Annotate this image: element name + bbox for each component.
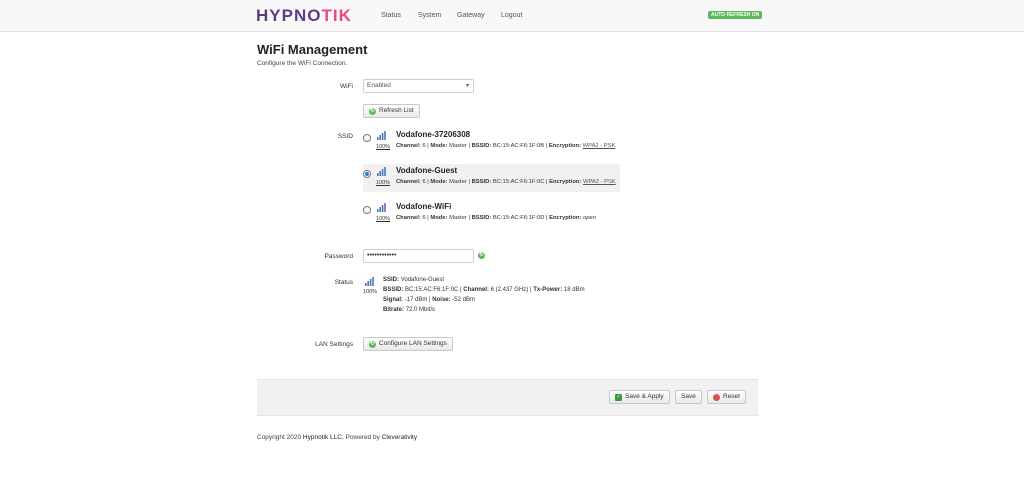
reset-label: Reset <box>723 393 740 400</box>
save-button[interactable]: Save <box>675 390 702 404</box>
reset-icon <box>713 393 720 401</box>
signal-strength-icon <box>377 203 386 212</box>
status-signal-percent: 100% <box>363 289 378 295</box>
ssid-option-vodafone-37206308[interactable]: 100% Vodafone-37206308 Channel: 6 | Mode… <box>363 128 620 156</box>
page-description: Configure the WiFi Connection. <box>257 60 348 67</box>
refresh-list-button[interactable]: ↻ Refresh List <box>363 104 420 118</box>
reset-button[interactable]: Reset <box>707 390 746 404</box>
ssid-radio[interactable] <box>363 206 371 214</box>
signal-strength-icon <box>365 277 374 286</box>
refresh-icon: ↻ <box>369 107 376 115</box>
save-apply-button[interactable]: ✓ Save & Apply <box>609 390 670 404</box>
configure-lan-label: Configure LAN Settings <box>379 340 447 347</box>
nav-logout[interactable]: Logout <box>501 12 522 19</box>
ssid-label: SSID <box>337 133 353 140</box>
status-bitrate: Bitrate: 72.0 Mbit/s <box>383 307 436 313</box>
powered-by-link[interactable]: Cleverativity <box>382 434 417 441</box>
wifi-select[interactable]: Enabled ▾ <box>363 79 474 93</box>
page-title: WiFi Management <box>257 42 368 57</box>
wifi-select-value: Enabled <box>367 82 391 89</box>
ssid-name: Vodafone-Guest <box>396 166 458 175</box>
password-label: Password <box>324 253 353 260</box>
status-label: Status <box>334 279 353 286</box>
footer: Copyright 2020 Hypnotik LLC, Powered by … <box>257 434 418 441</box>
refresh-icon: ↻ <box>369 340 376 348</box>
chevron-down-icon: ▾ <box>465 83 469 89</box>
form-actions-bar: ✓ Save & Apply Save Reset <box>257 379 758 416</box>
configure-lan-button[interactable]: ↻ Configure LAN Settings <box>363 337 453 351</box>
ssid-name: Vodafone-WiFi <box>396 202 452 211</box>
top-navbar: HYPNOTIK Status System Gateway Logout AU… <box>0 0 1024 32</box>
refresh-list-label: Refresh List <box>379 107 414 114</box>
nav-status[interactable]: Status <box>381 12 401 19</box>
ssid-option-vodafone-guest[interactable]: 100% Vodafone-Guest Channel: 6 | Mode: M… <box>363 164 620 192</box>
ssid-details: Channel: 6 | Mode: Master | BSSID: BC:15… <box>396 143 616 149</box>
nav-gateway[interactable]: Gateway <box>457 12 485 19</box>
password-input[interactable]: •••••••••••• <box>363 249 474 263</box>
ssid-option-vodafone-wifi[interactable]: 100% Vodafone-WiFi Channel: 6 | Mode: Ma… <box>363 200 620 228</box>
ssid-details: Channel: 6 | Mode: Master | BSSID: BC:15… <box>396 215 596 221</box>
reveal-password-icon[interactable]: ↻ <box>478 252 485 259</box>
ssid-name: Vodafone-37206308 <box>396 130 471 139</box>
hypnotik-logo[interactable]: HYPNOTIK <box>256 7 352 24</box>
save-apply-label: Save & Apply <box>625 393 664 400</box>
ssid-radio[interactable] <box>363 134 371 142</box>
signal-percent: 100% <box>376 216 391 222</box>
signal-strength-icon <box>377 131 386 140</box>
save-label: Save <box>681 393 696 400</box>
status-bssid: BSSID: BC:15:AC:F6:1F:0C | Channel: 6 (2… <box>383 287 585 293</box>
status-signal: Signal: -17 dBm | Noise: -52 dBm <box>383 297 475 303</box>
company-link[interactable]: Hypnotik LLC <box>303 434 342 441</box>
ssid-radio-selected[interactable] <box>363 170 371 178</box>
lan-settings-label: LAN Settings <box>315 341 353 348</box>
status-ssid: SSID: Vodafone-Guest <box>383 277 445 283</box>
signal-percent: 100% <box>376 144 391 150</box>
signal-percent: 100% <box>376 180 391 186</box>
wifi-label: WiFi <box>340 83 353 90</box>
signal-strength-icon <box>377 167 386 176</box>
nav-system[interactable]: System <box>418 12 441 19</box>
auto-refresh-badge[interactable]: AUTO REFRESH ON <box>708 11 763 19</box>
ssid-details: Channel: 6 | Mode: Master | BSSID: BC:15… <box>396 179 616 185</box>
save-apply-icon: ✓ <box>615 393 622 401</box>
